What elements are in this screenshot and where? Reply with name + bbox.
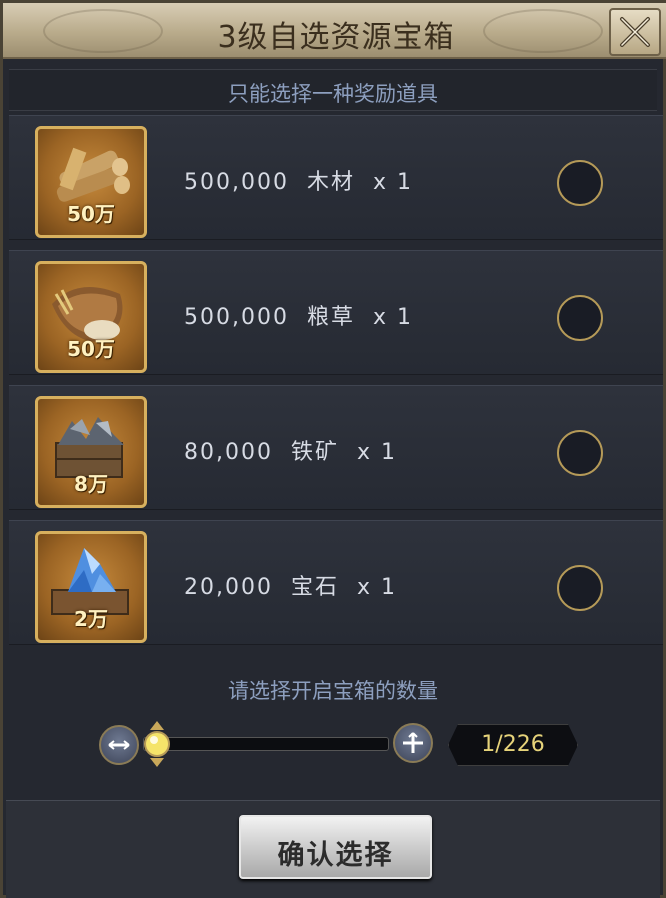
subtitle-bar: 只能选择一种奖励道具 [9,69,657,111]
reward-row-wood[interactable]: 50万 500,000 木材 x 1 [9,115,663,240]
quantity-display: 1/226 [448,724,578,766]
quantity-value: 1/226 [481,732,545,757]
item-amount-badge: 2万 [74,607,108,631]
item-slot: 50万 [35,261,147,373]
plus-arrow-icon [403,732,423,753]
chest-dialog: 3级自选资源宝箱 只能选择一种奖励道具 50万 500,000 木材 x 1 5… [0,0,666,898]
close-button[interactable] [609,8,661,56]
subtitle-text: 只能选择一种奖励道具 [228,82,438,106]
item-label: 20,000 宝石 x 1 [184,575,397,600]
close-icon [620,17,650,47]
item-slot: 2万 [35,531,147,643]
select-radio[interactable] [557,295,603,341]
item-slot: 8万 [35,396,147,508]
item-amount-badge: 8万 [74,472,108,496]
select-radio[interactable] [557,565,603,611]
dialog-title: 3级自选资源宝箱 [217,20,455,55]
title-bar: 3级自选资源宝箱 [3,3,666,59]
item-amount-badge: 50万 [67,337,115,361]
quantity-prompt: 请选择开启宝箱的数量 [228,679,438,703]
slider-knob-icon [144,721,170,767]
item-slot: 50万 [35,126,147,238]
increase-button[interactable] [393,723,433,763]
quantity-slider-track[interactable] [143,737,389,751]
reward-row-iron[interactable]: 8万 80,000 铁矿 x 1 [9,385,663,510]
quantity-slider-thumb[interactable] [142,721,172,767]
item-label: 500,000 木材 x 1 [184,170,413,195]
reward-row-grain[interactable]: 50万 500,000 粮草 x 1 [9,250,663,375]
reward-row-gem[interactable]: 2万 20,000 宝石 x 1 [9,520,663,645]
confirm-label: 确认选择 [277,840,394,871]
decrease-button[interactable] [99,725,139,765]
item-amount-badge: 50万 [67,202,115,226]
item-label: 500,000 粮草 x 1 [184,305,413,330]
select-radio[interactable] [557,430,603,476]
confirm-button[interactable]: 确认选择 [239,815,432,879]
minus-arrow-icon [108,740,130,750]
select-radio[interactable] [557,160,603,206]
item-label: 80,000 铁矿 x 1 [184,440,397,465]
